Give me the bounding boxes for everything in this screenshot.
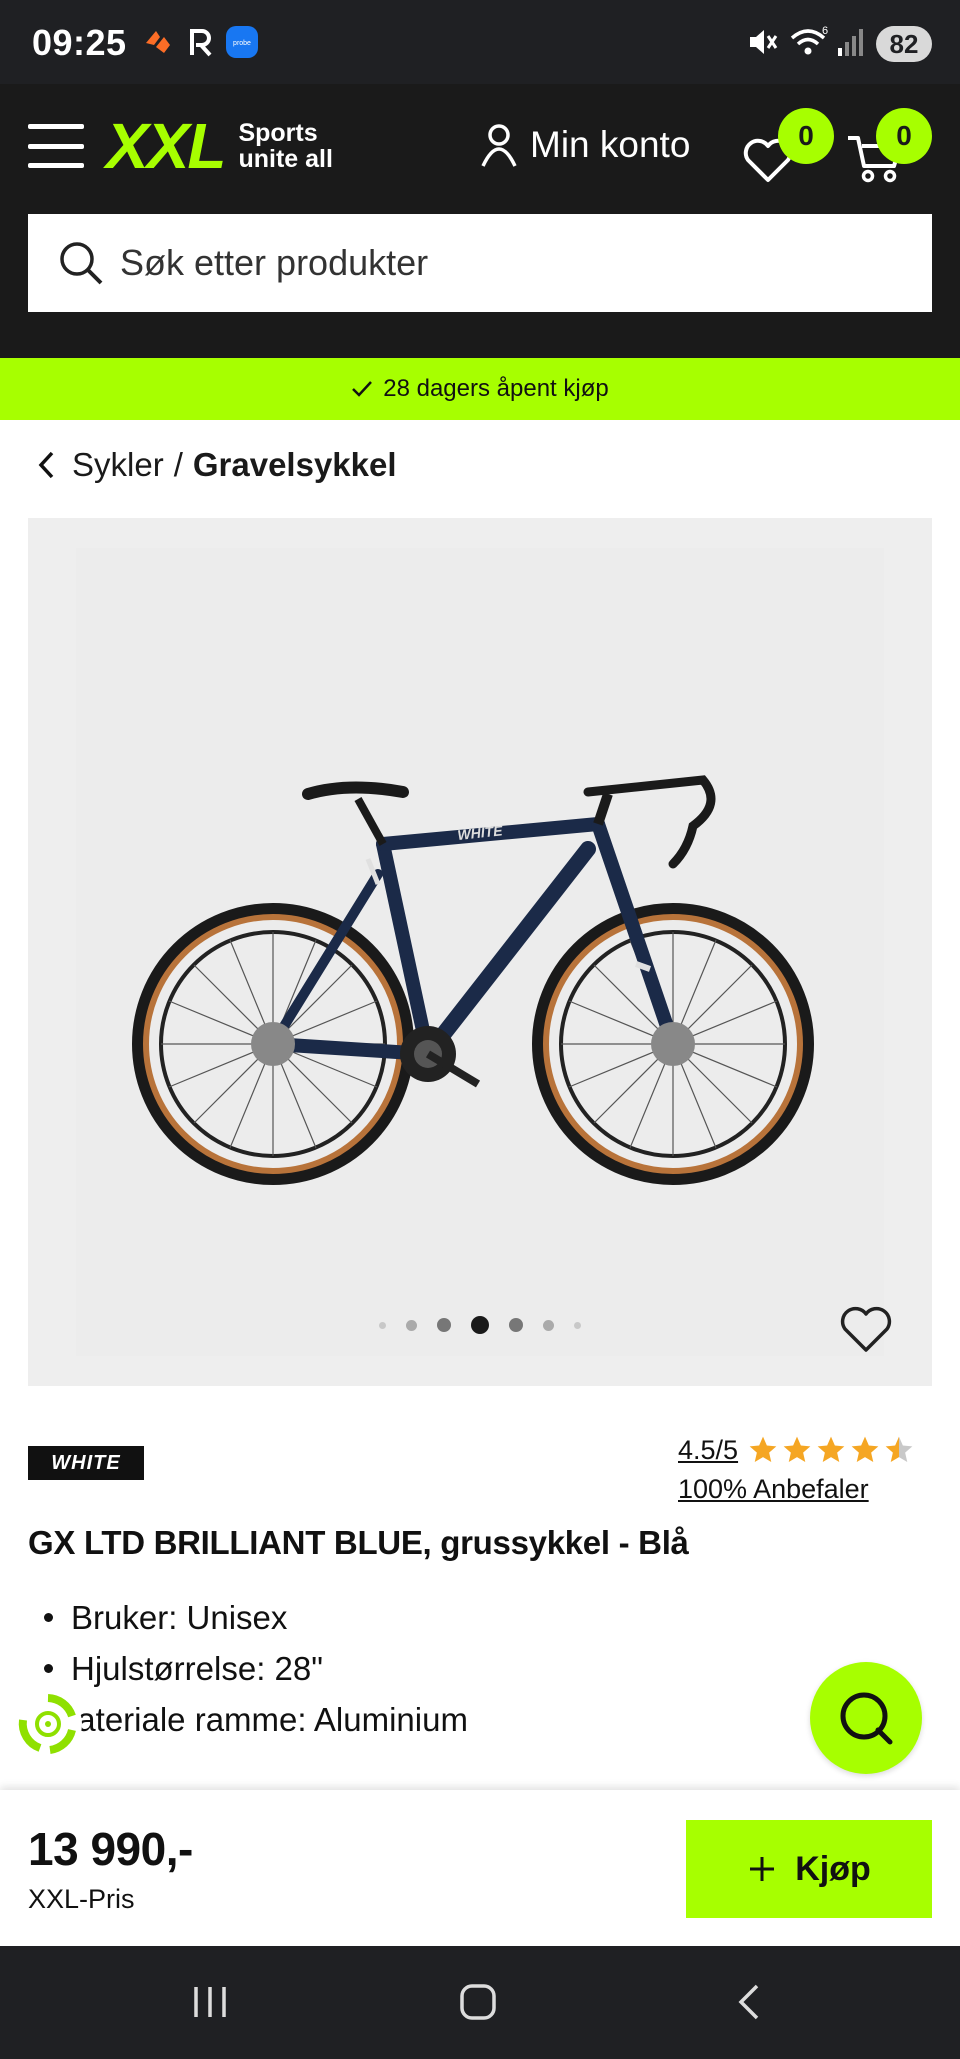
cart-count-badge: 0	[876, 108, 932, 164]
spec-item: Hjulstørrelse: 28"	[44, 1643, 468, 1694]
spec-item: Bruker: Unisex	[44, 1592, 468, 1643]
back-icon	[738, 1984, 759, 2020]
user-icon	[481, 124, 517, 167]
spec-item: 'ateriale ramme: Aluminium	[44, 1694, 468, 1745]
menu-button[interactable]	[28, 124, 84, 168]
site-header: XXL Sports unite all Min konto 0 0	[0, 84, 960, 358]
gallery-dot[interactable]	[379, 1321, 386, 1329]
menu-icon-line	[28, 163, 84, 168]
rating-stars	[746, 1434, 916, 1466]
heart-icon	[840, 1306, 892, 1352]
signal-icon	[836, 24, 866, 60]
svg-text:probe: probe	[233, 40, 251, 47]
recent-apps-icon	[194, 1987, 226, 2017]
breadcrumb-parent-link[interactable]: Sykler	[72, 446, 164, 484]
buy-button[interactable]: Kjøp	[686, 1820, 932, 1918]
probe-app-icon: probe	[224, 24, 260, 60]
recycle-icon	[18, 1694, 76, 1754]
search-input[interactable]	[120, 242, 880, 284]
product-image-bike: WHITE	[132, 775, 814, 1185]
back-button[interactable]	[718, 1976, 778, 2028]
breadcrumb-current-link[interactable]: Gravelsykkel	[193, 446, 397, 484]
chat-button[interactable]	[810, 1662, 922, 1774]
xxl-logo[interactable]: XXL Sports unite all	[106, 114, 333, 178]
product-price: 13 990,-	[28, 1823, 193, 1875]
wishlist-button[interactable]: 0	[740, 108, 834, 182]
star-icon	[851, 1436, 879, 1462]
home-icon	[460, 1984, 496, 2020]
breadcrumb-separator: /	[173, 446, 183, 483]
breadcrumb: Sykler / Gravelsykkel	[36, 446, 397, 484]
product-rating[interactable]: 4.5/5	[678, 1434, 916, 1466]
gallery-dot[interactable]	[437, 1318, 451, 1332]
search-icon	[60, 242, 103, 285]
gallery-pagination	[28, 1316, 932, 1334]
star-icon	[817, 1436, 845, 1462]
chat-icon	[840, 1692, 893, 1745]
product-specs-list: Bruker: Unisex Hjulstørrelse: 28" 'ateri…	[44, 1592, 468, 1745]
buy-bar: 13 990,- XXL-Pris Kjøp	[0, 1790, 960, 1946]
add-to-wishlist-button[interactable]	[838, 1304, 894, 1356]
system-nav-bar	[0, 1946, 960, 2059]
status-time: 09:25	[32, 22, 127, 63]
chevron-left-icon[interactable]	[36, 449, 56, 481]
account-label: Min konto	[530, 124, 691, 165]
menu-icon-line	[28, 124, 84, 129]
tagline-line-1: Sports	[238, 119, 318, 147]
battery-indicator: 82	[876, 26, 932, 62]
mute-icon	[744, 24, 780, 60]
recommend-link[interactable]: 100% Anbefaler	[678, 1474, 869, 1505]
promo-text: 28 dagers åpent kjøp	[383, 375, 609, 402]
star-icon	[749, 1436, 777, 1462]
wifi-icon: 6	[790, 24, 830, 60]
status-bar: 09:25 probe 6 82	[0, 0, 960, 84]
svg-text:6: 6	[822, 25, 828, 37]
home-button[interactable]	[448, 1976, 508, 2028]
product-image-gallery[interactable]: WHITE	[28, 518, 932, 1386]
tagline-line-2: unite all	[238, 145, 333, 173]
star-icon	[783, 1436, 811, 1462]
gallery-dot[interactable]	[406, 1319, 417, 1331]
promo-banner: 28 dagers åpent kjøp	[0, 358, 960, 420]
my-account-link[interactable]: Min konto	[480, 122, 690, 168]
price-label: XXL-Pris	[28, 1884, 135, 1914]
gallery-dot-active[interactable]	[471, 1316, 489, 1334]
sustainability-badge[interactable]	[14, 1690, 82, 1758]
gallery-dot[interactable]	[509, 1318, 523, 1332]
menu-icon-line	[28, 143, 84, 149]
logo-tagline: Sports unite all	[238, 120, 332, 172]
gallery-dot[interactable]	[574, 1321, 581, 1329]
r-app-icon	[188, 24, 214, 60]
checkmark-icon	[352, 381, 373, 397]
star-half-icon	[885, 1436, 913, 1462]
product-title: GX LTD BRILLIANT BLUE, grussykkel - Blå	[28, 1524, 689, 1561]
cart-button[interactable]: 0	[846, 108, 932, 183]
recent-apps-button[interactable]	[180, 1976, 240, 2028]
search-bar[interactable]	[28, 214, 932, 312]
buy-button-label: Kjøp	[795, 1849, 871, 1888]
gallery-dot[interactable]	[543, 1319, 554, 1331]
rating-score[interactable]: 4.5/5	[678, 1435, 738, 1466]
brand-logo[interactable]: WHITE	[28, 1446, 144, 1480]
strava-icon	[142, 24, 174, 60]
plus-icon	[750, 1857, 775, 1881]
logo-wordmark: XXL	[106, 110, 226, 182]
wishlist-count-badge: 0	[778, 108, 834, 164]
